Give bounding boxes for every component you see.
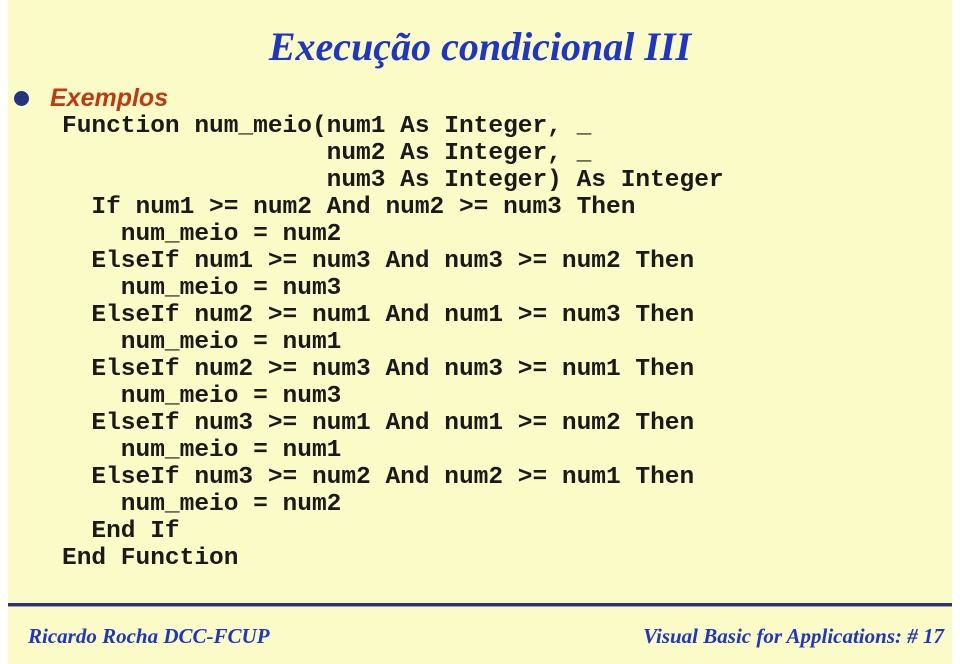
code-line: num_meio = num1: [62, 329, 342, 356]
code-line: num3 As Integer) As Integer: [62, 167, 724, 194]
code-line: ElseIf num3 >= num2 And num2 >= num1 The…: [62, 464, 695, 491]
code-line: Function num_meio(num1 As Integer, _: [62, 113, 592, 140]
code-line: End Function: [62, 545, 239, 572]
code-line: num_meio = num1: [62, 437, 342, 464]
code-line: ElseIf num2 >= num3 And num3 >= num1 The…: [62, 356, 695, 383]
bullet-item-exemplos: Exemplos: [14, 84, 168, 112]
code-line: End If: [62, 518, 180, 545]
code-line: ElseIf num3 >= num1 And num1 >= num2 The…: [62, 410, 695, 437]
code-line: ElseIf num2 >= num1 And num1 >= num3 The…: [62, 302, 695, 329]
slide-container: Execução condicional III Exemplos Functi…: [0, 0, 960, 664]
bullet-dot-icon: [14, 90, 29, 106]
code-line: If num1 >= num2 And num2 >= num3 Then: [62, 194, 636, 221]
code-listing: Function num_meio(num1 As Integer, _ num…: [62, 113, 724, 572]
page-title: Execução condicional III: [268, 24, 692, 69]
slide-canvas: Execução condicional III Exemplos Functi…: [8, 0, 952, 664]
code-line: ElseIf num1 >= num3 And num3 >= num2 The…: [62, 248, 695, 275]
code-line: num_meio = num2: [62, 221, 342, 248]
footer-course-and-page: Visual Basic for Applications: # 17: [643, 624, 944, 648]
code-line: num_meio = num3: [62, 383, 342, 410]
footer-divider-shadow: [8, 606, 952, 607]
bullet-item-label: Exemplos: [50, 84, 169, 112]
code-line: num_meio = num3: [62, 275, 342, 302]
code-line: num2 As Integer, _: [62, 140, 592, 167]
code-line: num_meio = num2: [62, 491, 342, 518]
footer-author: Ricardo Rocha DCC-FCUP: [28, 624, 270, 648]
